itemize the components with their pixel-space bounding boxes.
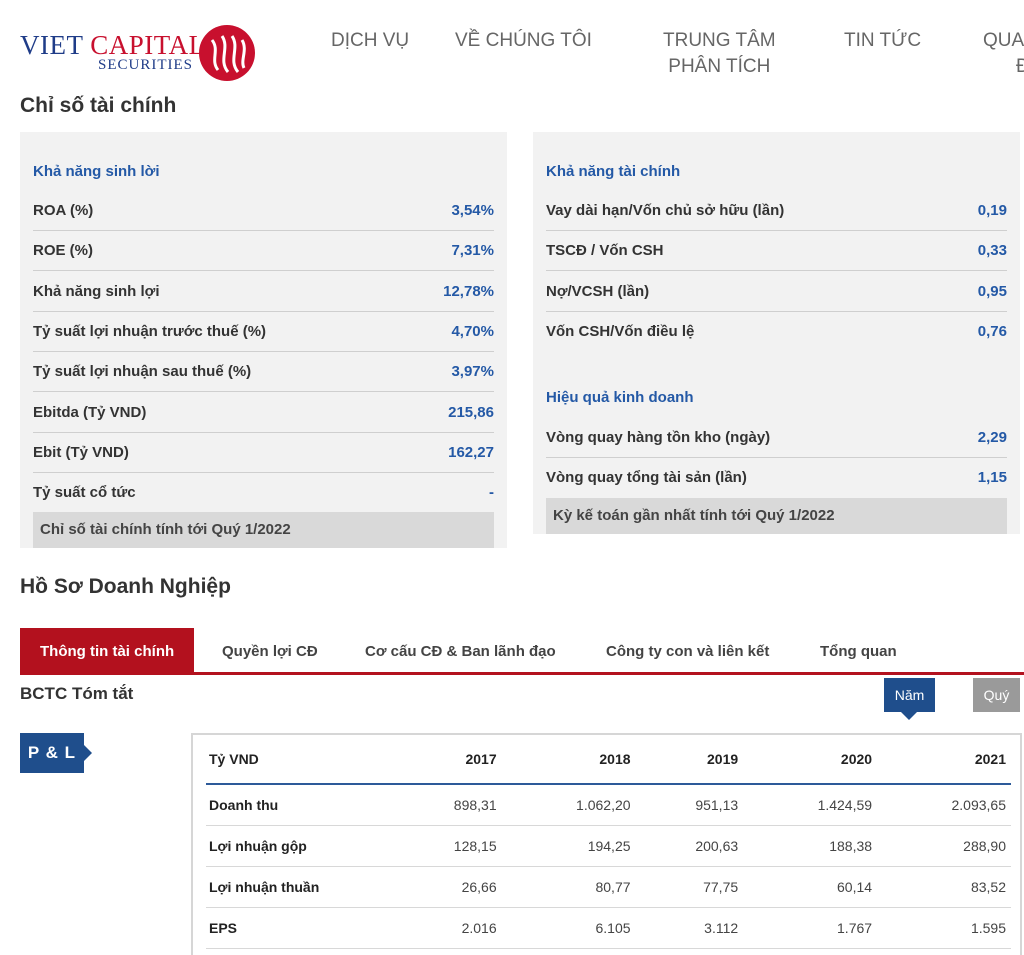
ratios-note-left: Chỉ số tài chính tính tới Quý 1/2022 [33, 512, 494, 548]
cell-value: 951,13 [635, 784, 744, 826]
ratio-row-ty-suat-co-tuc: Tỷ suất cổ tức - [33, 484, 494, 501]
header-year: 2020 [743, 735, 878, 785]
profitability-panel: Khả năng sinh lời ROA (%) 3,54% ROE (%) 7,… [20, 132, 507, 548]
financial-capacity-title: Khả năng tài chính [546, 163, 681, 180]
nav-trung-tam-line1: TRUNG TÂM [663, 30, 776, 51]
nav-dich-vu[interactable]: DỊCH VỤ [331, 28, 409, 54]
table-row: Lợi nhuận thuần 26,66 80,77 77,75 60,14 … [206, 866, 1011, 908]
tab-quyen-loi-cd[interactable]: Quyền lợi CĐ [222, 628, 318, 672]
cell-value: 288,90 [877, 825, 1011, 867]
cell-value: 188,38 [743, 825, 878, 867]
ratio-row-no-vcsh: Nợ/VCSH (lần) 0,95 [546, 271, 1007, 312]
cell-value: 26,66 [394, 866, 502, 908]
cell-value: 3.112 [635, 907, 744, 949]
pl-table-container: Tỷ VND 2017 2018 2019 2020 2021 Doanh th… [191, 733, 1022, 955]
ratio-row-ebitda: Ebitda (Tỷ VND) 215,86 [33, 392, 494, 433]
pl-label: P & L [20, 733, 92, 773]
table-header-row: Tỷ VND 2017 2018 2019 2020 2021 [206, 735, 1011, 785]
ratio-row-vong-quay-tong-tai-san: Vòng quay tổng tài sản (lần) 1,15 [546, 469, 1007, 486]
profitability-title: Khả năng sinh lời [33, 163, 160, 180]
financial-capacity-panel: Khả năng tài chính Vay dài hạn/Vốn chủ s… [533, 132, 1020, 534]
bctc-title: BCTC Tóm tắt [20, 684, 134, 703]
cell-value: 2.093,65 [877, 784, 1011, 826]
profile-title: Hồ Sơ Doanh Nghiệp [20, 575, 231, 598]
pl-table: Tỷ VND 2017 2018 2019 2020 2021 Doanh th… [206, 735, 1011, 949]
cell-value: 6.105 [501, 907, 636, 949]
cell-value: 2.016 [394, 907, 502, 949]
header-year: 2021 [877, 735, 1011, 785]
ratio-row-roa: ROA (%) 3,54% [33, 190, 494, 231]
ratios-title: Chỉ số tài chính [20, 94, 177, 117]
header-year: 2019 [635, 735, 744, 785]
cell-value: 1.767 [743, 907, 878, 949]
ratio-row-vay-dai-han: Vay dài hạn/Vốn chủ sở hữu (lần) 0,19 [546, 190, 1007, 231]
quarter-toggle-button[interactable]: Quý [973, 678, 1020, 712]
ratio-row-tscd-von-csh: TSCĐ / Vốn CSH 0,33 [546, 230, 1007, 271]
row-label: Doanh thu [206, 784, 394, 826]
vietcapital-logo[interactable]: VIET CAPITAL SECURITIES [20, 22, 260, 84]
cell-value: 60,14 [743, 866, 878, 908]
row-label: Lợi nhuận thuần [206, 866, 394, 908]
ratio-row-ty-suat-truoc-thue: Tỷ suất lợi nhuận trước thuế (%) 4,70% [33, 311, 494, 352]
ratio-row-von-csh-von-dieu-le: Vốn CSH/Vốn điều lệ 0,76 [546, 323, 1007, 340]
ratios-note-right: Kỳ kế toán gần nhất tính tới Quý 1/2022 [546, 498, 1007, 534]
cell-value: 77,75 [635, 866, 744, 908]
table-row: EPS 2.016 6.105 3.112 1.767 1.595 [206, 907, 1011, 949]
ratio-row-kha-nang-sinh-loi: Khả năng sinh lợi 12,78% [33, 271, 494, 312]
row-label: Lợi nhuận gộp [206, 825, 394, 867]
header-year: 2017 [394, 735, 502, 785]
cell-value: 128,15 [394, 825, 502, 867]
table-row: Doanh thu 898,31 1.062,20 951,13 1.424,5… [206, 784, 1011, 826]
cell-value: 1.595 [877, 907, 1011, 949]
nav-trung-tam-phan-tich[interactable]: TRUNG TÂM PHÂN TÍCH [663, 28, 776, 80]
logo-emblem-icon [199, 25, 255, 81]
header-unit: Tỷ VND [206, 735, 394, 785]
cell-value: 194,25 [501, 825, 636, 867]
nav-cut-line1: QUA [983, 30, 1024, 51]
nav-ve-chung-toi[interactable]: VỀ CHÚNG TÔI [455, 28, 592, 54]
row-label: EPS [206, 907, 394, 949]
profile-tabs: Thông tin tài chính Quyền lợi CĐ Cơ cấu … [20, 628, 1024, 675]
logo-subtitle: SECURITIES [98, 57, 194, 73]
nav-trung-tam-line2: PHÂN TÍCH [668, 56, 771, 77]
ratio-row-ty-suat-sau-thue: Tỷ suất lợi nhuận sau thuế (%) 3,97% [33, 351, 494, 392]
cell-value: 80,77 [501, 866, 636, 908]
cell-value: 898,31 [394, 784, 502, 826]
tab-thong-tin-tai-chinh[interactable]: Thông tin tài chính [20, 628, 195, 672]
header-year: 2018 [501, 735, 636, 785]
business-efficiency-title: Hiệu quả kinh doanh [546, 389, 694, 406]
nav-tin-tuc[interactable]: TIN TỨC [844, 28, 921, 54]
ratio-row-roe: ROE (%) 7,31% [33, 230, 494, 271]
table-row: Lợi nhuận gộp 128,15 194,25 200,63 188,3… [206, 825, 1011, 867]
cell-value: 1.062,20 [501, 784, 636, 826]
cell-value: 200,63 [635, 825, 744, 867]
tab-cong-ty-con[interactable]: Công ty con và liên kết [606, 628, 769, 672]
tab-co-cau-cd[interactable]: Cơ cấu CĐ & Ban lãnh đạo [365, 628, 556, 672]
year-toggle-button[interactable]: Năm [884, 678, 935, 720]
ratio-row-ebit: Ebit (Tỷ VND) 162,27 [33, 432, 494, 473]
ratio-row-vong-quay-hang-ton-kho: Vòng quay hàng tồn kho (ngày) 2,29 [546, 417, 1007, 458]
tab-tong-quan[interactable]: Tổng quan [820, 628, 897, 672]
cell-value: 1.424,59 [743, 784, 878, 826]
nav-quan-he-co-dong[interactable]: QUA Đ [983, 28, 1024, 80]
cell-value: 83,52 [877, 866, 1011, 908]
nav-cut-line2: Đ [1016, 56, 1024, 77]
